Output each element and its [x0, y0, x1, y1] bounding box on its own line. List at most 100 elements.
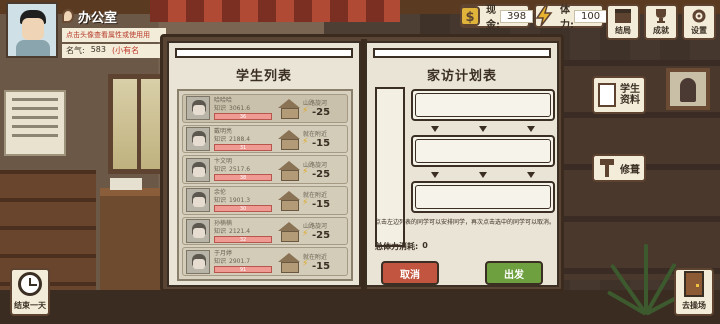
energy-bolt-icon [302, 259, 311, 271]
student-knowledge: 2188.4 [229, 135, 251, 143]
energy-value: 100 [574, 9, 608, 23]
cash-label: 现金: [486, 5, 500, 31]
student-cost: -15 [312, 138, 331, 149]
hammer-icon [598, 159, 616, 177]
student-row[interactable]: 戴明亮 知识2188.4 31 就在附近 -15 [182, 124, 348, 154]
knowledge-label: 知识 [214, 258, 227, 266]
trophy-icon [656, 9, 666, 23]
door-icon [684, 271, 704, 297]
student-health-bar: 91 [214, 266, 272, 274]
profile-panel: 办公室 点击头像查看属性或使用用 名气: 583 (小有名 [6, 2, 166, 62]
fame-label: 名气: [66, 46, 85, 55]
student-list[interactable]: 哈哈哈 知识3061.6 36 山路旋河 -25 戴明亮 知识2188.4 31 [177, 89, 353, 281]
location-name: 办公室 [78, 10, 118, 26]
total-energy-label: 总体力消耗: [375, 242, 419, 251]
student-cost: -25 [312, 230, 331, 242]
renovate-button[interactable]: 修葺 [592, 154, 646, 182]
student-cost: -15 [312, 260, 331, 272]
energy-display: 体力: 100 [534, 4, 608, 31]
student-avatar [186, 157, 210, 182]
ending-button[interactable]: 结局 [606, 4, 640, 40]
student-avatar [186, 249, 210, 274]
visit-slot-2[interactable] [411, 135, 555, 167]
avatar-tip: 点击头像查看属性或使用用 [62, 28, 166, 42]
student-name: 于月婷 [214, 250, 233, 258]
student-avatar [186, 188, 210, 213]
flow-arrows [411, 169, 555, 181]
house-icon [278, 252, 300, 273]
student-name: 孙楠楠 [214, 219, 233, 227]
student-row[interactable]: 卞文明 知识2517.6 38 山路旋河 -25 [182, 155, 348, 185]
depart-button[interactable]: 出发 [485, 261, 543, 285]
visit-slot-3[interactable] [411, 181, 555, 213]
fame-rank: (小有名 [111, 46, 140, 55]
end-day-button[interactable]: 结束一天 [10, 268, 50, 316]
student-health-bar: 36 [214, 112, 272, 120]
clock-icon [18, 272, 42, 296]
house-icon [278, 130, 300, 150]
settings-button[interactable]: 设置 [682, 4, 716, 40]
settings-label: 设置 [691, 26, 707, 35]
total-energy-value: 0 [422, 241, 428, 250]
knowledge-label: 知识 [214, 227, 227, 235]
total-energy-cost: 总体力消耗: 0 [375, 241, 428, 252]
achievement-button[interactable]: 成就 [644, 4, 678, 40]
renovate-label: 修葺 [620, 164, 640, 176]
cash-value: 398 [500, 9, 534, 23]
student-row[interactable]: 余伦 知识1901.3 30 就在附近 -15 [182, 186, 348, 215]
student-row[interactable]: 孙楠楠 知识2121.4 32 山路旋河 -25 [182, 216, 348, 246]
end-day-label: 结束一天 [14, 301, 46, 310]
achievement-label: 成就 [653, 26, 669, 35]
house-icon [278, 191, 300, 212]
plan-instructions: 点击左边列表的同学可以安排同学，再次点击选中的同学可以取消。 [375, 219, 556, 226]
energy-bolt-icon [535, 5, 553, 27]
student-knowledge: 2121.4 [229, 227, 251, 235]
student-health-bar: 38 [214, 174, 272, 182]
energy-bolt-icon [302, 106, 311, 118]
document-icon [598, 83, 616, 107]
window [108, 74, 168, 174]
student-knowledge: 1901.3 [229, 196, 251, 204]
student-row[interactable]: 哈哈哈 知识3061.6 36 山路旋河 -25 [182, 94, 348, 123]
student-avatar [186, 127, 210, 151]
energy-bolt-icon [302, 198, 311, 210]
player-avatar[interactable] [6, 2, 58, 58]
location-pin-icon [62, 9, 74, 23]
energy-bolt-icon [302, 229, 311, 241]
visit-slot-1[interactable] [411, 89, 555, 121]
location-label: 办公室 [62, 6, 117, 26]
portrait-frame [666, 68, 710, 110]
knowledge-label: 知识 [214, 104, 227, 112]
knowledge-label: 知识 [214, 135, 227, 143]
gear-icon [692, 9, 706, 23]
playground-button[interactable]: 去操场 [674, 268, 714, 316]
page-top-bar [175, 48, 353, 58]
student-data-button[interactable]: 学生 资料 [592, 76, 646, 114]
student-knowledge: 3061.6 [229, 104, 251, 112]
student-name: 戴明亮 [214, 127, 233, 135]
clapperboard-icon [615, 9, 631, 23]
student-health-bar: 32 [214, 235, 272, 243]
awning [150, 0, 400, 22]
fame-value: 583 [90, 45, 106, 54]
student-knowledge: 2517.6 [229, 166, 251, 174]
energy-label: 体力: [560, 5, 574, 31]
ending-label: 结局 [615, 26, 631, 35]
house-icon [278, 222, 300, 243]
student-row[interactable]: 于月婷 知识2901.7 91 就在附近 -15 [182, 247, 348, 277]
cancel-button[interactable]: 取消 [381, 261, 439, 285]
visit-planner-dialog: 学生列表 哈哈哈 知识3061.6 36 山路旋河 -25 戴明亮 [160, 34, 564, 292]
cash-display: $ 现金: 398 [460, 4, 534, 31]
student-avatar [186, 96, 210, 121]
student-list-title: 学生列表 [235, 69, 292, 84]
svg-text:$: $ [465, 10, 474, 25]
knowledge-label: 知识 [214, 196, 227, 204]
wall-poster [4, 90, 66, 156]
visit-plan-page: 家访计划表 点击左边列表的同学可以安排同学，再次点击选中的同学可以取消。 总体力… [365, 41, 559, 287]
student-cost: -15 [312, 199, 331, 211]
student-name: 哈哈哈 [214, 96, 233, 104]
fame-bar: 名气: 583 (小有名 [62, 44, 166, 58]
energy-bolt-icon [302, 167, 311, 179]
student-cost: -25 [312, 107, 331, 119]
student-data-label-2: 资料 [620, 95, 640, 106]
